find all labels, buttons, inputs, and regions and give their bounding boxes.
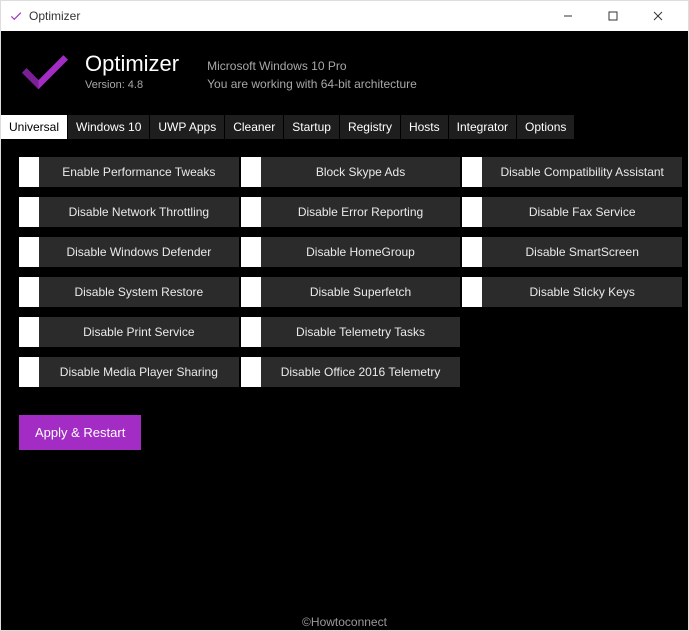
- tab-bar: Universal Windows 10 UWP Apps Cleaner St…: [1, 115, 688, 139]
- opt-label[interactable]: Disable Sticky Keys: [482, 277, 682, 307]
- options-grid: Enable Performance Tweaks Disable Networ…: [19, 157, 682, 387]
- opt-label[interactable]: Enable Performance Tweaks: [39, 157, 239, 187]
- app-window: Optimizer Optimizer Version: 4.: [0, 0, 689, 631]
- checkbox[interactable]: [19, 317, 39, 347]
- opt-label[interactable]: Disable Error Reporting: [261, 197, 461, 227]
- tab-startup[interactable]: Startup: [284, 115, 340, 139]
- checkbox[interactable]: [19, 197, 39, 227]
- checkbox[interactable]: [462, 237, 482, 267]
- titlebar: Optimizer: [1, 1, 688, 31]
- checkbox[interactable]: [241, 357, 261, 387]
- app-version: Version: 4.8: [85, 79, 179, 91]
- arch-info: You are working with 64-bit architecture: [207, 75, 417, 93]
- opt-skype-ads: Block Skype Ads: [241, 157, 461, 187]
- titlebar-title: Optimizer: [29, 9, 80, 23]
- apply-restart-button[interactable]: Apply & Restart: [19, 415, 141, 450]
- opt-label[interactable]: Disable HomeGroup: [261, 237, 461, 267]
- options-col-1: Enable Performance Tweaks Disable Networ…: [19, 157, 239, 387]
- tab-uwp-apps[interactable]: UWP Apps: [150, 115, 225, 139]
- opt-media-player-sharing: Disable Media Player Sharing: [19, 357, 239, 387]
- opt-label[interactable]: Disable Fax Service: [482, 197, 682, 227]
- opt-office-2016-telemetry: Disable Office 2016 Telemetry: [241, 357, 461, 387]
- tab-cleaner[interactable]: Cleaner: [225, 115, 284, 139]
- opt-compatibility-assistant: Disable Compatibility Assistant: [462, 157, 682, 187]
- opt-smartscreen: Disable SmartScreen: [462, 237, 682, 267]
- opt-fax-service: Disable Fax Service: [462, 197, 682, 227]
- opt-label[interactable]: Disable Network Throttling: [39, 197, 239, 227]
- minimize-button[interactable]: [545, 1, 590, 31]
- app-icon: [9, 9, 23, 23]
- opt-superfetch: Disable Superfetch: [241, 277, 461, 307]
- checkbox[interactable]: [241, 157, 261, 187]
- opt-print-service: Disable Print Service: [19, 317, 239, 347]
- checkbox[interactable]: [241, 277, 261, 307]
- titlebar-controls: [545, 1, 680, 31]
- checkbox[interactable]: [241, 237, 261, 267]
- checkbox[interactable]: [241, 317, 261, 347]
- opt-error-reporting: Disable Error Reporting: [241, 197, 461, 227]
- tab-universal[interactable]: Universal: [1, 115, 68, 139]
- opt-network-throttling: Disable Network Throttling: [19, 197, 239, 227]
- opt-label[interactable]: Disable Print Service: [39, 317, 239, 347]
- checkbox[interactable]: [462, 157, 482, 187]
- opt-label[interactable]: Block Skype Ads: [261, 157, 461, 187]
- app-title: Optimizer: [85, 51, 179, 77]
- checkbox[interactable]: [241, 197, 261, 227]
- opt-telemetry-tasks: Disable Telemetry Tasks: [241, 317, 461, 347]
- checkmark-logo-icon: [19, 45, 71, 97]
- opt-label[interactable]: Disable System Restore: [39, 277, 239, 307]
- checkbox[interactable]: [19, 157, 39, 187]
- tab-windows10[interactable]: Windows 10: [68, 115, 150, 139]
- opt-label[interactable]: Disable Superfetch: [261, 277, 461, 307]
- opt-label[interactable]: Disable Telemetry Tasks: [261, 317, 461, 347]
- checkbox[interactable]: [462, 277, 482, 307]
- close-button[interactable]: [635, 1, 680, 31]
- opt-label[interactable]: Disable Windows Defender: [39, 237, 239, 267]
- opt-system-restore: Disable System Restore: [19, 277, 239, 307]
- opt-label[interactable]: Disable Compatibility Assistant: [482, 157, 682, 187]
- checkbox[interactable]: [462, 197, 482, 227]
- os-info: Microsoft Windows 10 Pro: [207, 57, 417, 75]
- tab-registry[interactable]: Registry: [340, 115, 401, 139]
- opt-sticky-keys: Disable Sticky Keys: [462, 277, 682, 307]
- checkbox[interactable]: [19, 357, 39, 387]
- checkbox[interactable]: [19, 237, 39, 267]
- watermark: ©Howtoconnect: [302, 615, 387, 629]
- tab-options[interactable]: Options: [517, 115, 575, 139]
- tab-integrator[interactable]: Integrator: [449, 115, 517, 139]
- header-title-block: Optimizer Version: 4.8: [85, 51, 179, 91]
- tab-hosts[interactable]: Hosts: [401, 115, 449, 139]
- maximize-button[interactable]: [590, 1, 635, 31]
- opt-performance-tweaks: Enable Performance Tweaks: [19, 157, 239, 187]
- content-area: Enable Performance Tweaks Disable Networ…: [1, 139, 688, 630]
- opt-label[interactable]: Disable Office 2016 Telemetry: [261, 357, 461, 387]
- opt-label[interactable]: Disable SmartScreen: [482, 237, 682, 267]
- options-col-3: Disable Compatibility Assistant Disable …: [462, 157, 682, 387]
- header-info: Microsoft Windows 10 Pro You are working…: [207, 57, 417, 93]
- options-col-2: Block Skype Ads Disable Error Reporting …: [241, 157, 461, 387]
- opt-windows-defender: Disable Windows Defender: [19, 237, 239, 267]
- opt-homegroup: Disable HomeGroup: [241, 237, 461, 267]
- opt-label[interactable]: Disable Media Player Sharing: [39, 357, 239, 387]
- app-body: Optimizer Version: 4.8 Microsoft Windows…: [1, 31, 688, 630]
- header: Optimizer Version: 4.8 Microsoft Windows…: [1, 31, 688, 115]
- checkbox[interactable]: [19, 277, 39, 307]
